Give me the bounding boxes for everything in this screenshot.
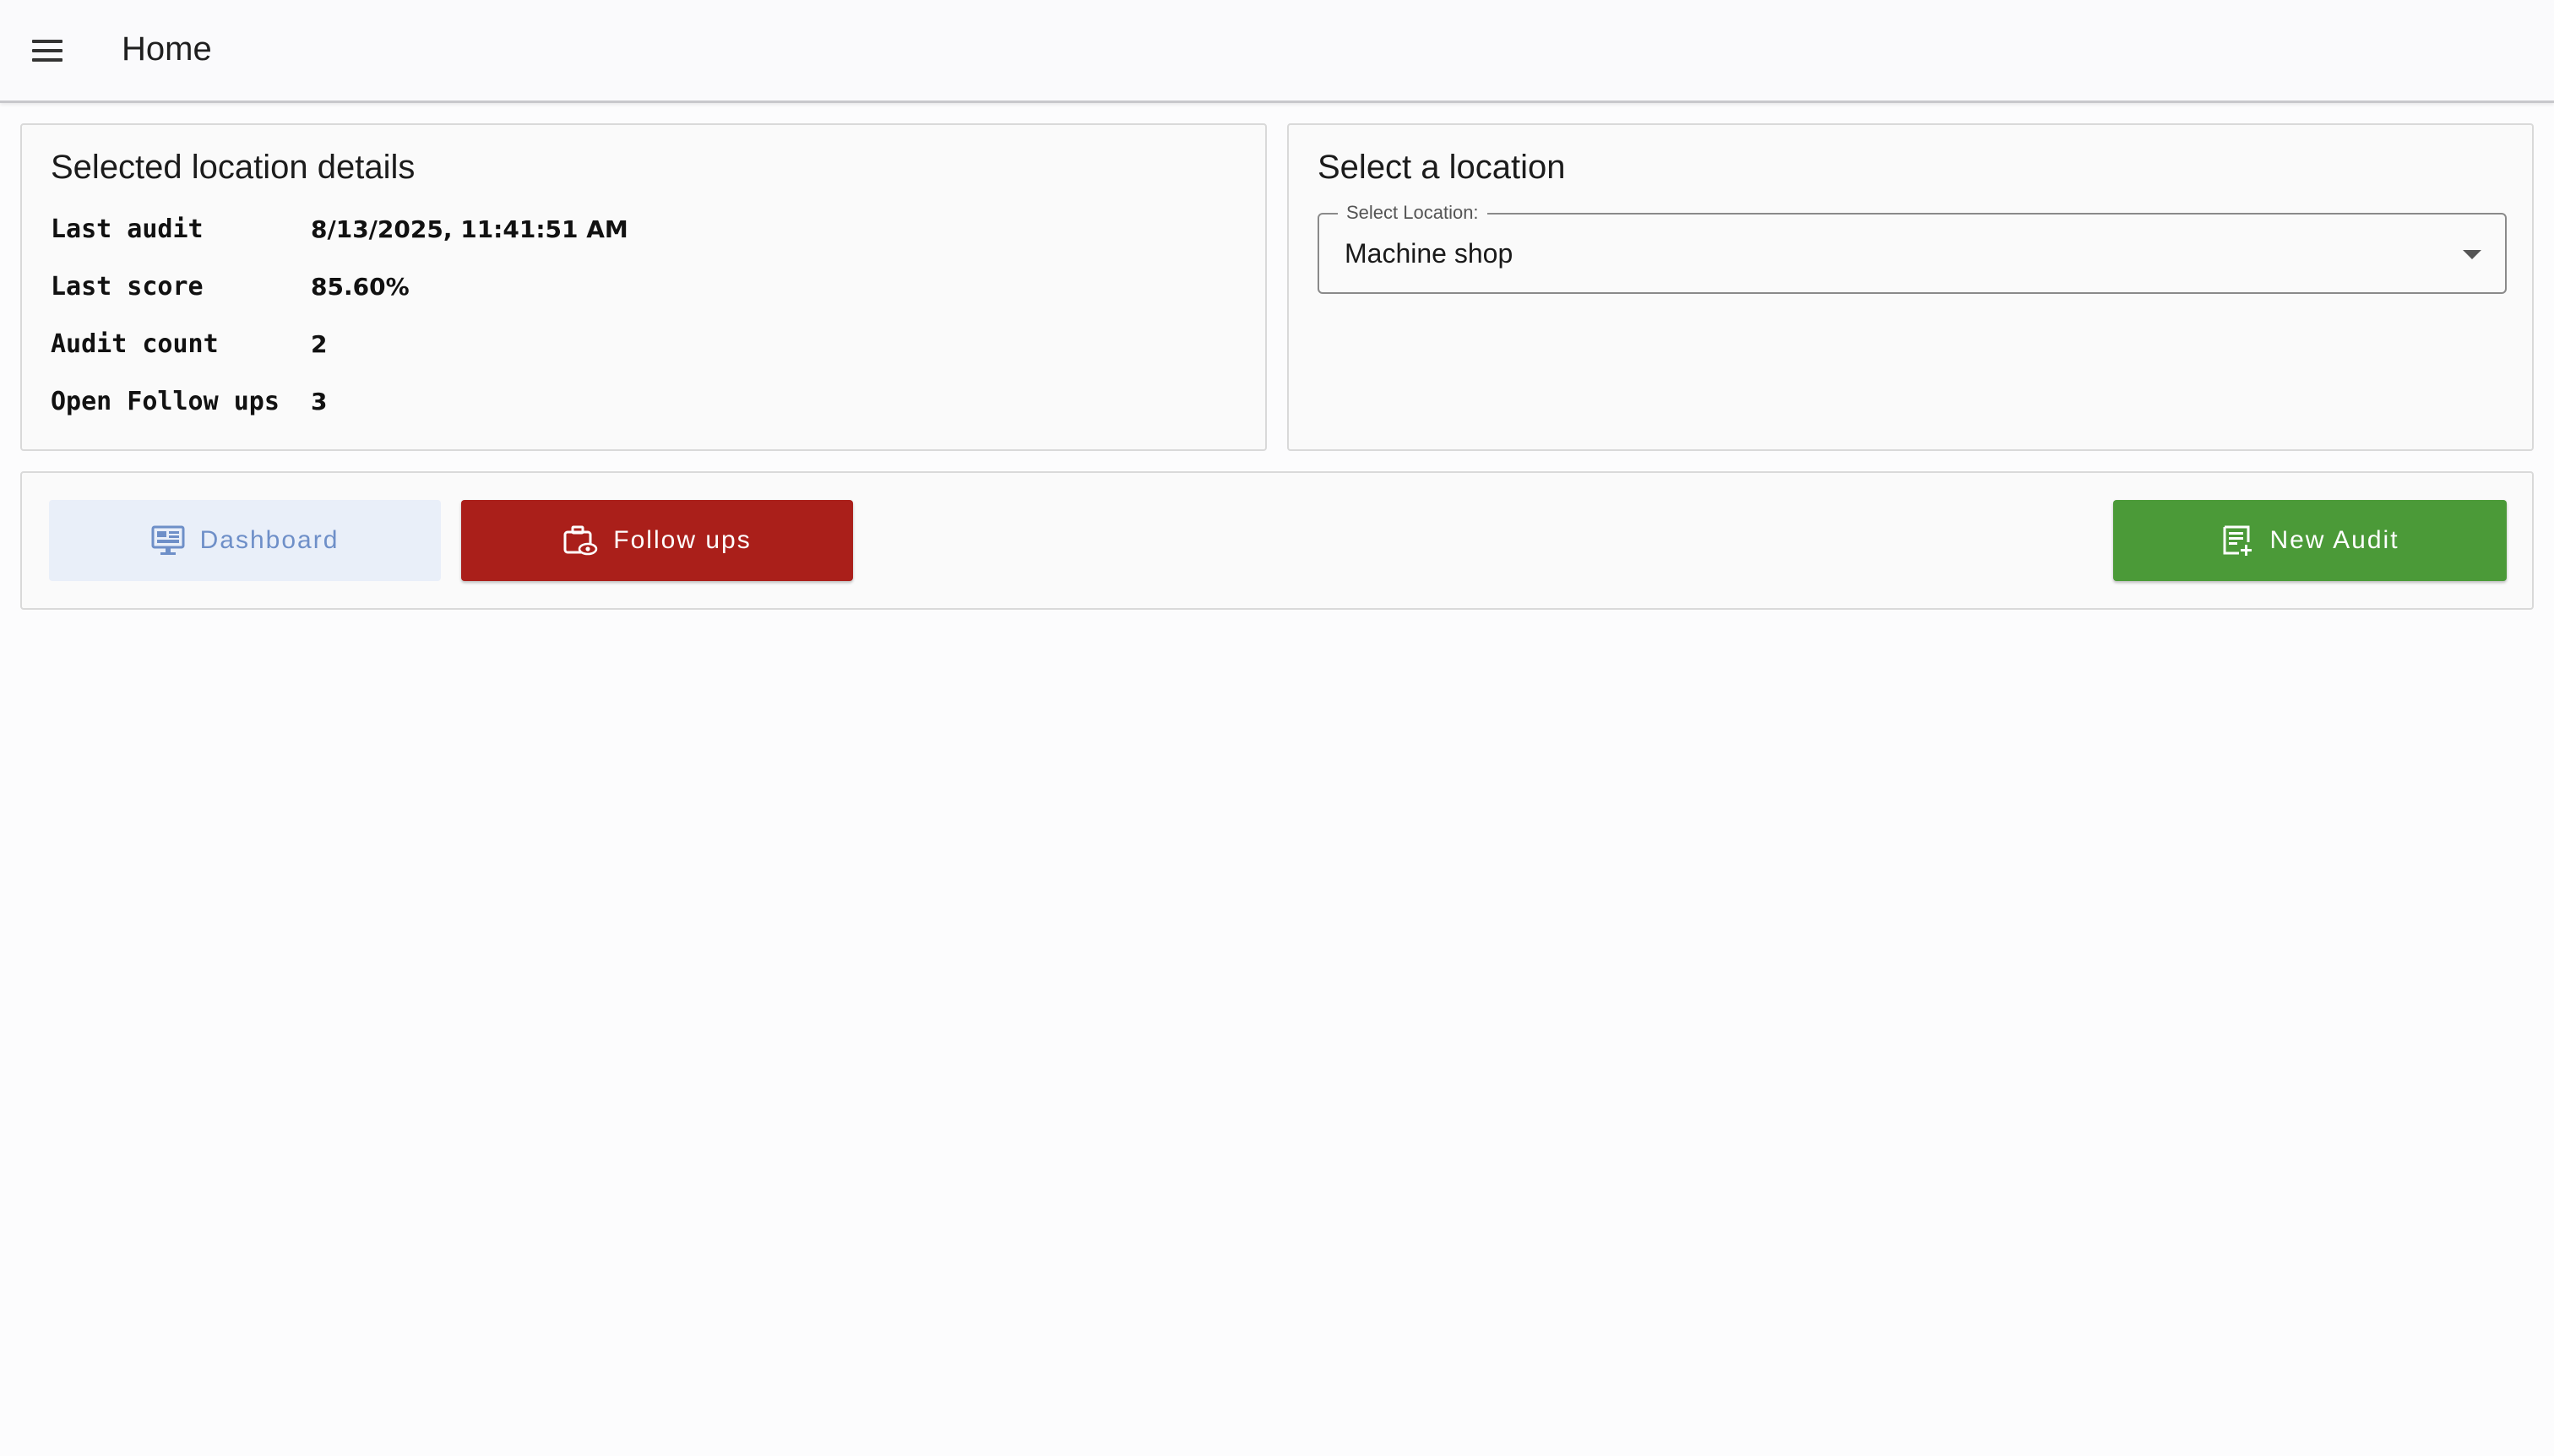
- location-select-value: Machine shop: [1345, 238, 1513, 269]
- dashboard-monitor-icon: [151, 524, 185, 557]
- follow-ups-button[interactable]: Follow ups: [461, 500, 853, 581]
- detail-label: Audit count: [51, 329, 219, 359]
- new-audit-button[interactable]: New Audit: [2113, 500, 2507, 581]
- location-details-card: Selected location details Last audit 8/1…: [20, 123, 1267, 451]
- note-add-icon: [2220, 524, 2254, 557]
- detail-value: 2: [311, 330, 328, 358]
- hamburger-menu-icon[interactable]: [22, 25, 73, 76]
- app-bar: Home: [0, 0, 2554, 103]
- detail-value: 8/13/2025, 11:41:51 AM: [311, 215, 628, 243]
- select-location-card: Select a location Select Location: Machi…: [1287, 123, 2534, 451]
- details-table: Last audit 8/13/2025, 11:41:51 AM Last s…: [51, 213, 628, 443]
- detail-label: Open Follow ups: [51, 387, 280, 416]
- details-card-title: Selected location details: [51, 149, 416, 186]
- location-card-title: Select a location: [1318, 149, 1566, 186]
- page-title: Home: [122, 30, 212, 68]
- dashboard-button-label: Dashboard: [199, 526, 340, 554]
- follow-ups-button-label: Follow ups: [613, 526, 752, 554]
- detail-value: 85.60%: [311, 273, 410, 301]
- location-select[interactable]: Select Location: Machine shop: [1318, 202, 2507, 294]
- detail-value: 3: [311, 388, 328, 416]
- detail-row-last-audit: Last audit 8/13/2025, 11:41:51 AM: [51, 213, 628, 270]
- actions-card: Dashboard Follow ups New Audit: [20, 471, 2534, 610]
- detail-label: Last score: [51, 272, 204, 302]
- location-select-label: Select Location:: [1338, 202, 1487, 224]
- new-audit-button-label: New Audit: [2269, 526, 2399, 554]
- chevron-down-icon: [2463, 250, 2481, 259]
- detail-row-open-follow-ups: Open Follow ups 3: [51, 385, 628, 443]
- detail-row-last-score: Last score 85.60%: [51, 270, 628, 328]
- dashboard-button[interactable]: Dashboard: [49, 500, 441, 581]
- detail-label: Last audit: [51, 215, 204, 244]
- briefcase-eye-icon: [562, 524, 598, 557]
- detail-row-audit-count: Audit count 2: [51, 328, 628, 385]
